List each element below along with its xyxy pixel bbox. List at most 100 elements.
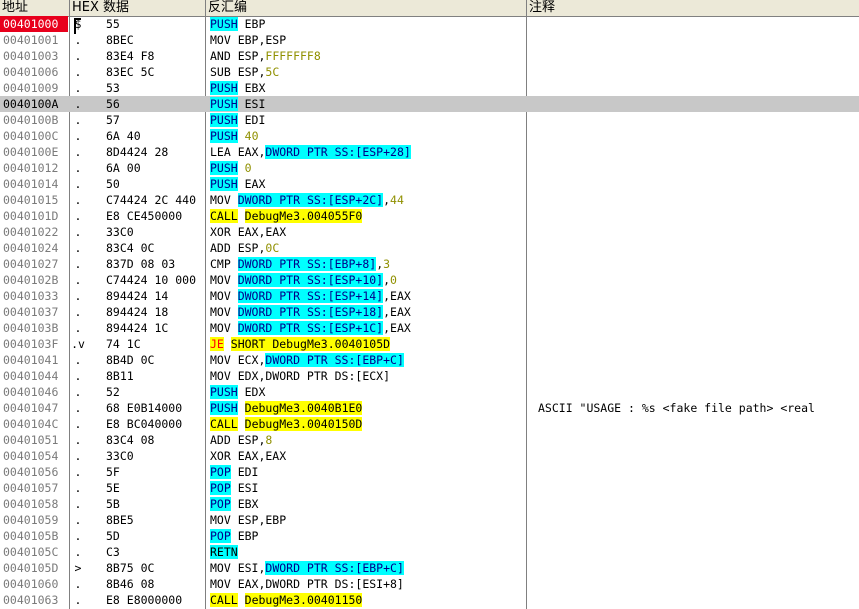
disasm-row[interactable]: 0040100E. 8D4424 28 LEA EAX,DWORD PTR SS:[… [0,144,859,160]
disasm-row[interactable]: 0040104C. E8 BC040000 CALL DebugMe3.004015… [0,416,859,432]
disasm-row[interactable]: 0040100A. 56 PUSH ESI [0,96,859,112]
row-hex-bytes: C74424 2C 440 [106,193,197,207]
disasm-row[interactable]: 0040105C. C3 RETN [0,544,859,560]
instruction-token: , [383,193,391,207]
row-address: 00401057 [3,481,59,495]
disasm-row[interactable]: 00401009. 53 PUSH EBX [0,80,859,96]
disasm-row[interactable]: 0040103F .v 74 1C JE SHORT DebugMe3.0040105… [0,336,859,352]
row-flow-marker: > [74,561,82,575]
instruction-token [224,337,231,351]
row-address: 00401060 [3,577,59,591]
disasm-row[interactable]: 00401024. 83C4 0C ADD ESP,0C [0,240,859,256]
instruction-token [238,129,245,143]
disasm-row[interactable]: 0040105D >8B75 0C MOV ESI,DWORD PTR SS:[EB… [0,560,859,576]
row-address: 00401046 [3,385,59,399]
disasm-row[interactable]: 00401000 $55 PUSH EBP [0,16,859,34]
instruction-token: DWORD PTR SS:[EBP+8] [237,257,377,271]
disasm-row[interactable]: 00401058. 5B POP EBX [0,496,859,512]
instruction-token [238,417,245,431]
row-instruction: PUSH 40 [210,128,524,144]
disasm-row[interactable]: 00401014. 50 PUSH EAX [0,176,859,192]
disasm-row[interactable]: 00401059. 8BE5 MOV ESP,EBP [0,512,859,528]
disasm-row[interactable]: 00401056. 5F POP EDI [0,464,859,480]
disasm-row[interactable]: 00401054. 33C0 XOR EAX,EAX [0,448,859,464]
disasm-row[interactable]: 0040101D. E8 CE450000 CALL DebugMe3.004055… [0,208,859,224]
instruction-token: EBX [237,81,266,95]
row-address: 0040104C [3,417,59,431]
instruction-token: SHORT DebugMe3.0040105D [230,337,391,351]
row-hex-bytes: 8BE5 [106,513,134,527]
disasm-row[interactable]: 00401006. 83EC 5C SUB ESP,5C [0,64,859,80]
column-comment-header[interactable]: 注释 [527,0,859,16]
instruction-token: DebugMe3.004055F0 [244,209,363,223]
row-address: 00401058 [3,497,59,511]
row-instruction: PUSH 0 [210,160,524,176]
instruction-token: DebugMe3.0040150D [244,417,363,431]
instruction-token: ADD ESP, [210,433,266,447]
row-flow-marker: .v [71,337,85,351]
disasm-row[interactable]: 00401047. 68 E0B14000 PUSH DebugMe3.0040B1… [0,400,859,416]
instruction-token: LEA EAX, [210,145,266,159]
disasm-row[interactable]: 0040102B. C74424 10 000 MOV DWORD PTR SS:[… [0,272,859,288]
row-comment [538,432,859,448]
row-hex-bytes: 8D4424 28 [106,145,169,159]
disasm-row[interactable]: 00401044. 8B11 MOV EDX,DWORD PTR DS:[ECX] [0,368,859,384]
disasm-row[interactable]: 00401046. 52 PUSH EDX [0,384,859,400]
row-instruction: PUSH EDI [210,112,524,128]
row-hex-bytes: 894424 14 [106,289,169,303]
disasm-row[interactable]: 00401012. 6A 00 PUSH 0 [0,160,859,176]
disasm-row[interactable]: 00401063. E8 E8000000 CALL DebugMe3.004011… [0,592,859,608]
disasm-row[interactable]: 00401001. 8BEC MOV EBP,ESP [0,32,859,48]
row-instruction: CALL DebugMe3.004055F0 [210,208,524,224]
row-address: 00401027 [3,257,59,271]
instruction-token: MOV [210,305,238,319]
instruction-token: JE [210,337,224,351]
disasm-row[interactable]: 00401057. 5E POP ESI [0,480,859,496]
disasm-row[interactable]: 0040100B. 57 PUSH EDI [0,112,859,128]
row-hex-bytes: 5D [106,529,120,543]
row-flow-marker: . [74,465,82,479]
instruction-token: CALL [210,593,238,607]
disasm-row[interactable]: 0040100C. 6A 40 PUSH 40 [0,128,859,144]
row-flow-marker: . [74,161,82,175]
disasm-row[interactable]: 00401051. 83C4 08 ADD ESP,8 [0,432,859,448]
disasm-row[interactable]: 00401015. C74424 2C 440 MOV DWORD PTR SS:[… [0,192,859,208]
disasm-row[interactable]: 0040103B. 894424 1C MOV DWORD PTR SS:[ESP+… [0,320,859,336]
row-flow-marker: . [74,209,82,223]
row-flow-marker: . [74,449,82,463]
disasm-row[interactable]: 00401060. 8B46 08 MOV EAX,DWORD PTR DS:[ES… [0,576,859,592]
instruction-token: , [383,273,391,287]
row-comment [538,288,859,304]
column-hex-header[interactable]: HEX 数据 [70,0,206,16]
instruction-token: PUSH [210,385,238,399]
disasm-row[interactable]: 00401033. 894424 14 MOV DWORD PTR SS:[ESP+… [0,288,859,304]
row-hex-bytes: 50 [106,177,120,191]
disassembly-listing[interactable]: 00401000 $55 PUSH EBP 00401001. 8BEC MOV EBP,… [0,16,859,609]
instruction-token: EDI [237,113,266,127]
row-comment [538,496,859,512]
row-address: 00401006 [3,65,59,79]
disasm-row[interactable]: 00401022. 33C0 XOR EAX,EAX [0,224,859,240]
instruction-token: MOV ESP,EBP [210,513,287,527]
row-hex-bytes: 83C4 0C [106,241,155,255]
row-comment [538,464,859,480]
row-address: 00401000 [0,16,68,32]
row-flow-marker: . [74,145,82,159]
row-address: 0040103B [3,321,59,335]
column-disasm-header[interactable]: 反汇编 [206,0,527,16]
column-header: 地址 HEX 数据 反汇编 注释 [0,0,859,17]
row-address: 00401059 [3,513,59,527]
row-address: 0040100C [3,129,59,143]
disasm-row[interactable]: 00401037. 894424 18 MOV DWORD PTR SS:[ESP+… [0,304,859,320]
instruction-token: 5C [265,65,280,79]
disasm-row[interactable]: 00401027. 837D 08 03 CMP DWORD PTR SS:[EBP… [0,256,859,272]
instruction-token: ,EAX [383,321,411,335]
disasm-row[interactable]: 00401041. 8B4D 0C MOV ECX,DWORD PTR SS:[EB… [0,352,859,368]
instruction-token: 0C [265,241,280,255]
disasm-row[interactable]: 00401003. 83E4 F8 AND ESP,FFFFFFF8 [0,48,859,64]
column-address-header[interactable]: 地址 [0,0,70,16]
disasm-row[interactable]: 0040105B. 5D POP EBP [0,528,859,544]
instruction-token: PUSH [210,81,238,95]
row-comment [538,512,859,528]
row-address: 0040100A [3,97,59,111]
